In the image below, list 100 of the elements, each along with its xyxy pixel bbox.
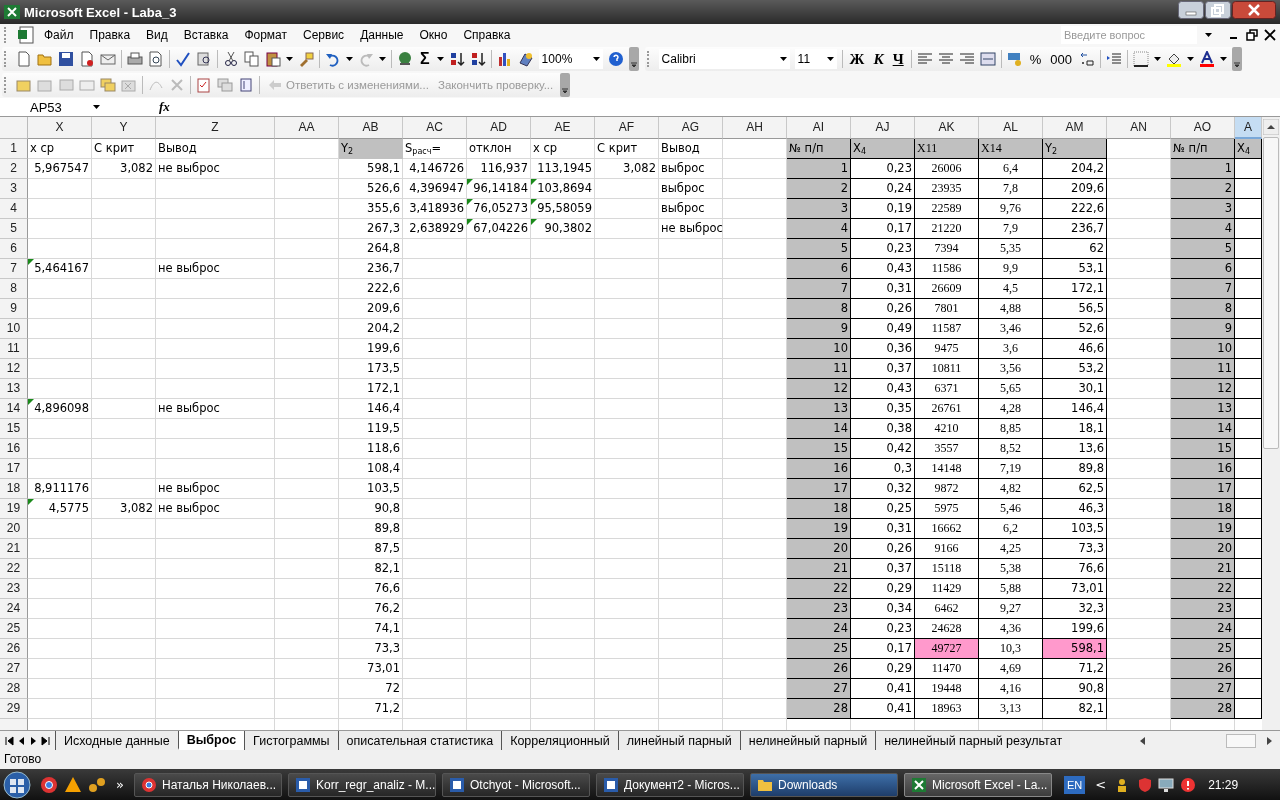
menu-item[interactable]: Файл bbox=[37, 26, 81, 44]
menu-item[interactable]: Справка bbox=[456, 26, 518, 44]
name-box[interactable]: AP53 bbox=[0, 99, 108, 115]
column-header[interactable]: AJ bbox=[851, 117, 915, 139]
format-painter-icon[interactable] bbox=[298, 51, 314, 67]
network-icon[interactable] bbox=[88, 775, 106, 794]
scroll-up-icon[interactable] bbox=[1263, 119, 1279, 135]
caret-icon[interactable] bbox=[826, 57, 834, 61]
undo-icon[interactable] bbox=[325, 51, 341, 67]
column-header[interactable]: AE bbox=[531, 117, 595, 139]
column-header[interactable]: AO bbox=[1171, 117, 1235, 139]
column-header[interactable]: AC bbox=[403, 117, 467, 139]
column-header[interactable]: AD bbox=[467, 117, 531, 139]
menu-item[interactable]: Вид bbox=[139, 26, 175, 44]
caret-icon[interactable] bbox=[93, 105, 100, 109]
print-preview-icon[interactable] bbox=[148, 51, 164, 67]
italic-button[interactable]: К bbox=[871, 50, 886, 68]
scroll-thumb[interactable] bbox=[1226, 733, 1256, 748]
column-header[interactable]: AG bbox=[659, 117, 723, 139]
browser-icon[interactable] bbox=[40, 775, 58, 794]
column-header[interactable]: AN bbox=[1107, 117, 1171, 139]
column-header[interactable]: A bbox=[1235, 117, 1262, 139]
error-indicator-icon[interactable] bbox=[531, 179, 537, 185]
caret-icon[interactable] bbox=[1205, 33, 1212, 37]
error-indicator-icon[interactable] bbox=[467, 219, 473, 225]
shield-icon[interactable] bbox=[1138, 776, 1153, 793]
taskbar-button[interactable]: Downloads bbox=[749, 772, 898, 797]
caret-icon[interactable] bbox=[286, 57, 293, 61]
currency-icon[interactable] bbox=[1006, 51, 1023, 67]
menu-item[interactable]: Сервис bbox=[296, 26, 352, 44]
column-header[interactable]: AL bbox=[979, 117, 1043, 139]
start-button-icon[interactable] bbox=[0, 769, 34, 800]
error-indicator-icon[interactable] bbox=[467, 179, 473, 185]
first-sheet-icon[interactable] bbox=[4, 734, 15, 747]
caret-icon[interactable] bbox=[1186, 57, 1194, 61]
column-header[interactable]: Z bbox=[156, 117, 275, 139]
chart-icon[interactable] bbox=[496, 51, 513, 67]
language-indicator[interactable]: EN bbox=[1063, 775, 1086, 794]
print-icon[interactable] bbox=[127, 51, 143, 67]
sort-ascending-icon[interactable] bbox=[448, 51, 465, 67]
last-sheet-icon[interactable] bbox=[40, 734, 51, 747]
taskbar-button[interactable]: Korr_regr_analiz - M... bbox=[287, 772, 436, 797]
help-search-field[interactable]: Введите вопрос bbox=[1061, 26, 1197, 44]
sheet-tab[interactable]: Корреляционный bbox=[501, 731, 618, 750]
caret-icon[interactable] bbox=[346, 57, 353, 61]
error-indicator-icon[interactable] bbox=[28, 499, 34, 505]
error-indicator-icon[interactable] bbox=[531, 219, 537, 225]
show-comments-icon[interactable] bbox=[100, 77, 116, 93]
copy-icon[interactable] bbox=[244, 51, 260, 67]
taskbar-button[interactable]: Документ2 - Micros... bbox=[595, 772, 744, 797]
sheet-tab[interactable]: линейный парный bbox=[617, 731, 740, 750]
error-indicator-icon[interactable] bbox=[467, 199, 473, 205]
percent-button[interactable]: % bbox=[1027, 51, 1044, 67]
align-right-icon[interactable] bbox=[958, 51, 975, 67]
paste-icon[interactable] bbox=[265, 51, 281, 67]
caret-icon[interactable] bbox=[1219, 57, 1227, 61]
column-header[interactable]: AF bbox=[595, 117, 659, 139]
caret-icon[interactable] bbox=[436, 57, 444, 61]
email-icon[interactable] bbox=[100, 51, 116, 67]
cut-icon[interactable] bbox=[223, 51, 239, 67]
font-dropdown[interactable]: Calibri bbox=[658, 49, 790, 69]
taskbar-button[interactable]: Otchyot - Microsoft... bbox=[441, 772, 590, 797]
show-hidden-icons-button[interactable]: < bbox=[1091, 777, 1111, 792]
help-icon[interactable] bbox=[607, 51, 624, 67]
caret-icon[interactable] bbox=[592, 57, 600, 61]
monitor-icon[interactable] bbox=[1158, 776, 1175, 793]
borders-icon[interactable] bbox=[1132, 51, 1149, 67]
column-header[interactable]: AI bbox=[787, 117, 851, 139]
menu-item[interactable]: Данные bbox=[353, 26, 411, 44]
merge-center-icon[interactable] bbox=[979, 51, 996, 67]
bold-button[interactable]: Ж bbox=[847, 50, 867, 68]
menu-item[interactable]: Формат bbox=[237, 26, 295, 44]
open-folder-icon[interactable] bbox=[37, 51, 53, 67]
column-header[interactable]: X bbox=[28, 117, 92, 139]
column-header[interactable]: AH bbox=[723, 117, 787, 139]
menu-item[interactable]: Правка bbox=[82, 26, 138, 44]
caret-icon[interactable] bbox=[1153, 57, 1161, 61]
align-center-icon[interactable] bbox=[937, 51, 954, 67]
alert-icon[interactable] bbox=[1180, 776, 1197, 793]
indent-icon[interactable] bbox=[1105, 51, 1122, 67]
close-icon[interactable] bbox=[1264, 29, 1276, 41]
restore-icon[interactable] bbox=[1246, 29, 1258, 41]
caret-icon[interactable] bbox=[779, 57, 787, 61]
decimal-icon[interactable] bbox=[1078, 51, 1095, 67]
vertical-scrollbar[interactable] bbox=[1262, 117, 1280, 730]
research-icon[interactable] bbox=[196, 51, 212, 67]
column-header[interactable]: Y bbox=[92, 117, 156, 139]
insert-function-button[interactable]: fx bbox=[156, 99, 173, 115]
sheet-tab[interactable]: Выброс bbox=[177, 731, 245, 750]
checklist-icon[interactable] bbox=[196, 77, 212, 93]
document-icon[interactable] bbox=[17, 26, 35, 44]
caret-icon[interactable] bbox=[379, 57, 386, 61]
taskbar-button[interactable]: Microsoft Excel - La... bbox=[903, 772, 1052, 797]
attachment-icon[interactable] bbox=[238, 77, 254, 93]
toolbar-options-icon[interactable] bbox=[628, 47, 639, 71]
autosum-button[interactable]: Σ bbox=[418, 50, 432, 68]
error-indicator-icon[interactable] bbox=[531, 199, 537, 205]
menu-item[interactable]: Вставка bbox=[176, 26, 236, 44]
save-icon[interactable] bbox=[58, 51, 74, 67]
scroll-thumb[interactable] bbox=[1263, 137, 1279, 449]
